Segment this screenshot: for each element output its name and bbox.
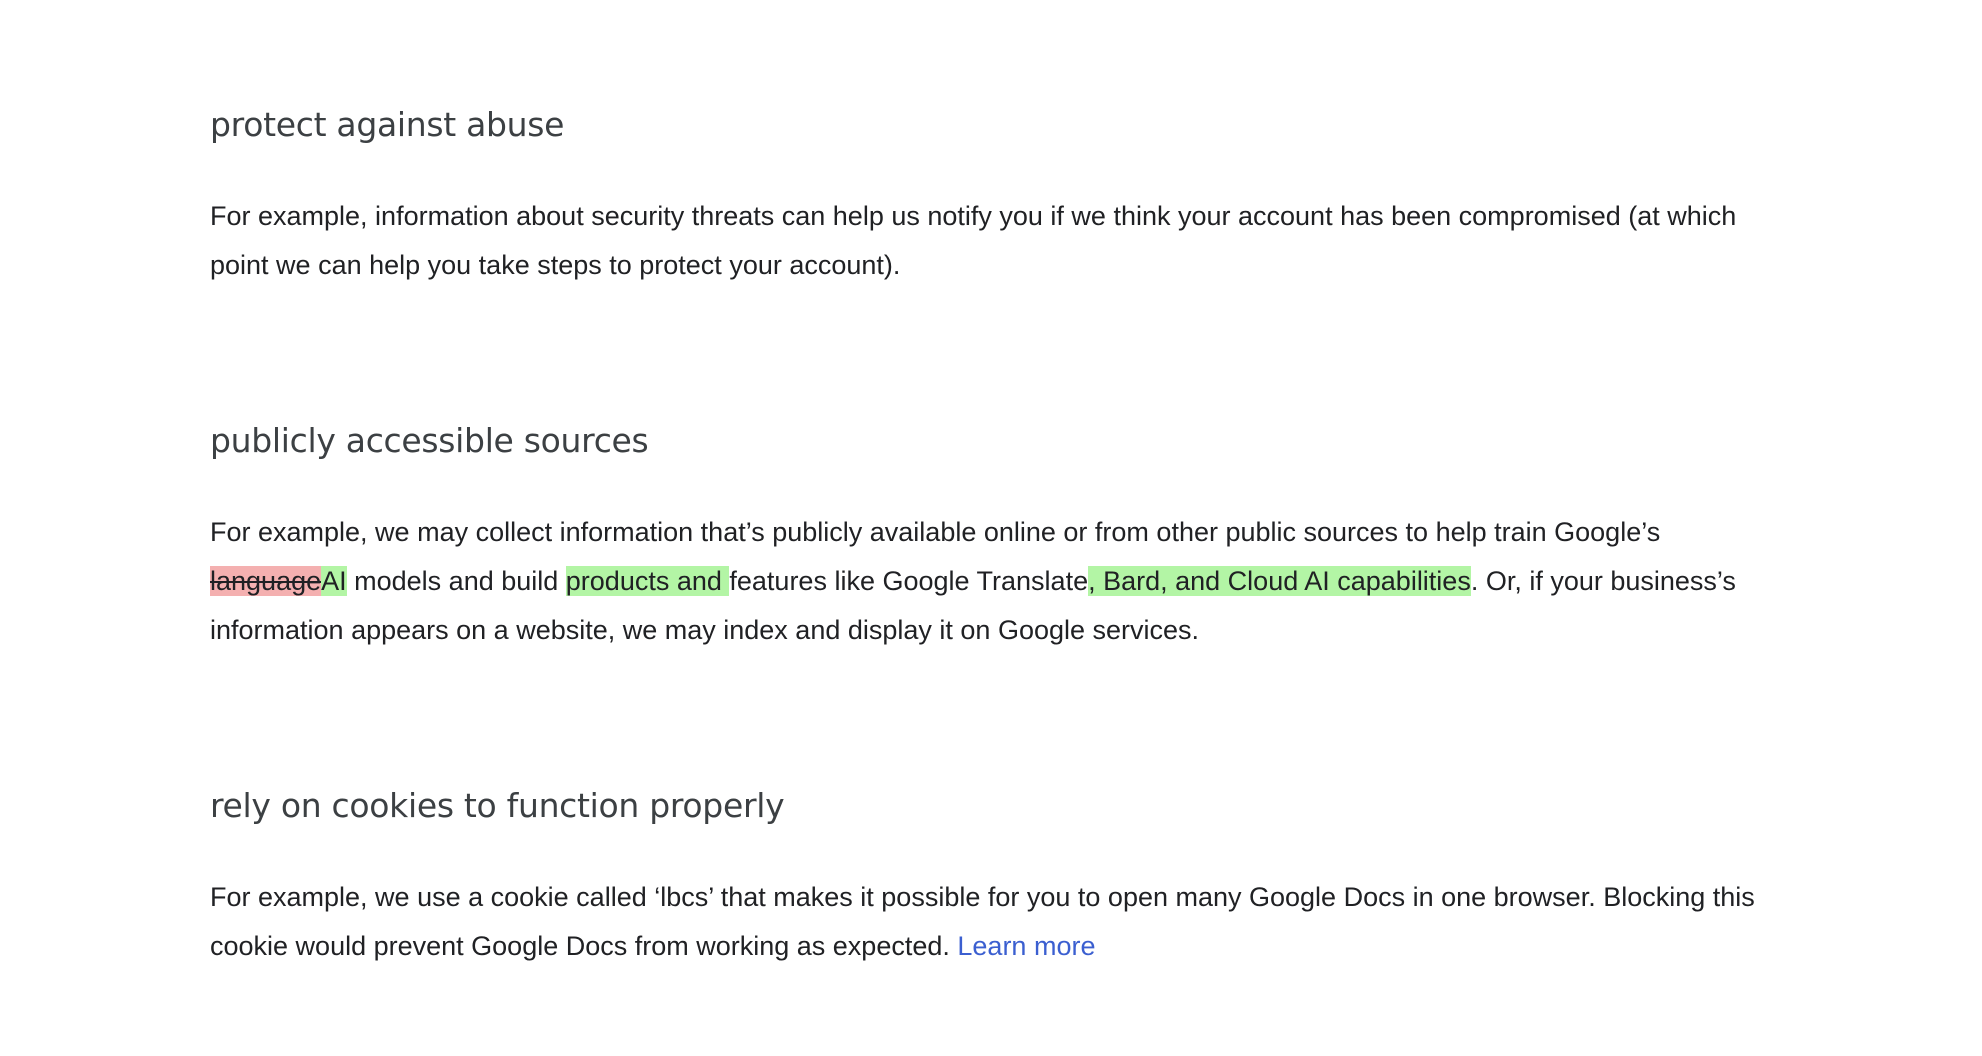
section-paragraph: For example, we may collect information …: [210, 508, 1760, 655]
section-protect-against-abuse: protect against abuse For example, infor…: [210, 103, 1770, 290]
learn-more-link[interactable]: Learn more: [957, 931, 1095, 961]
paragraph-text: features like Google Translate: [729, 566, 1089, 596]
paragraph-text: For example, we may collect information …: [210, 517, 1661, 547]
section-publicly-accessible-sources: publicly accessible sources For example,…: [210, 419, 1770, 655]
section-heading: protect against abuse: [210, 105, 565, 144]
inserted-text: AI: [321, 566, 347, 596]
section-rely-on-cookies: rely on cookies to function properly For…: [210, 784, 1770, 971]
inserted-text: , Bard, and Cloud AI capabilities: [1088, 566, 1471, 596]
deleted-text: language: [210, 566, 322, 596]
inserted-text: products and: [565, 566, 730, 596]
paragraph-text: For example, information about security …: [210, 201, 1737, 280]
section-heading: publicly accessible sources: [210, 421, 649, 460]
section-paragraph: For example, information about security …: [210, 192, 1760, 290]
section-heading: rely on cookies to function properly: [210, 786, 785, 825]
paragraph-text: models and build: [346, 566, 566, 596]
section-paragraph: For example, we use a cookie called ‘lbc…: [210, 873, 1760, 971]
